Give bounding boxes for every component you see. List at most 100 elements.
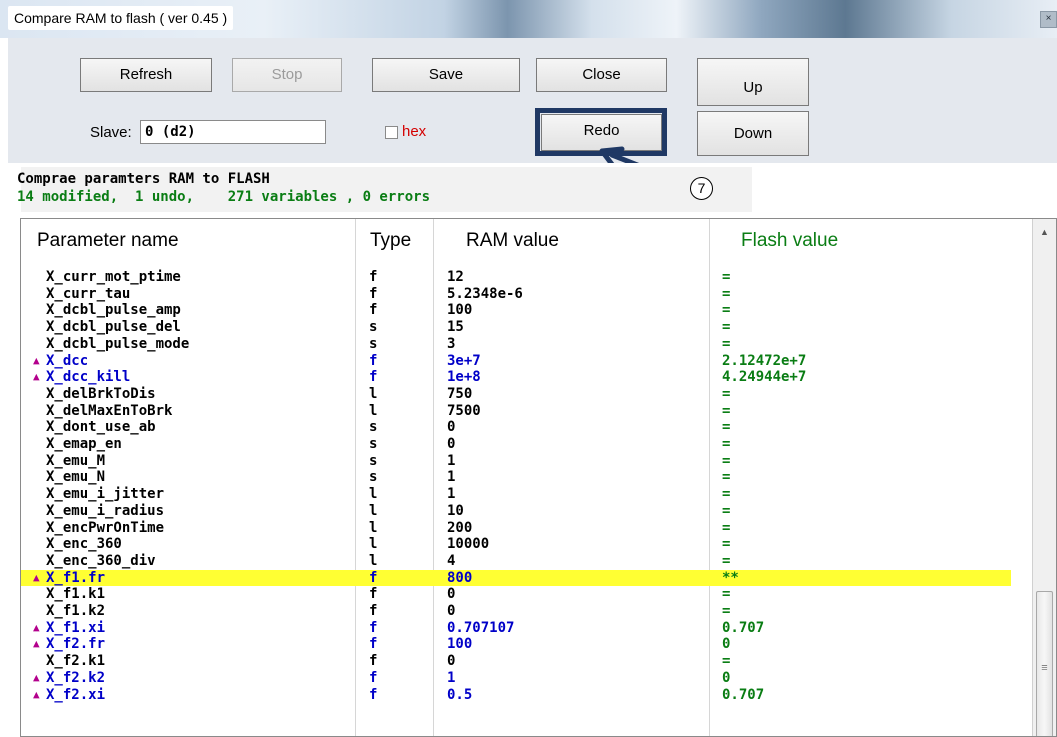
table-row[interactable]: X_delMaxEnToBrk l 7500 =: [21, 403, 1011, 419]
step-marker: 7: [690, 177, 713, 200]
parameter-type: f: [369, 619, 378, 636]
ram-value: 200: [447, 519, 473, 536]
parameter-type: l: [369, 486, 378, 503]
grip-icon: ≡: [1041, 662, 1048, 674]
table-row[interactable]: ▲ X_dcc_kill f 1e+8 4.24944e+7: [21, 369, 1011, 385]
table-row[interactable]: X_f2.k1 f 0 =: [21, 653, 1011, 669]
table-row[interactable]: X_dcbl_pulse_amp f 100 =: [21, 302, 1011, 318]
ram-value: 1e+8: [447, 369, 481, 386]
table-row[interactable]: ▲ X_f1.fr f 800 **: [21, 569, 1011, 586]
flash-value: =: [722, 385, 731, 402]
vertical-scrollbar[interactable]: ▲ ≡: [1032, 219, 1056, 736]
parameter-name: X_delMaxEnToBrk: [46, 402, 173, 419]
ram-value: 15: [447, 319, 464, 336]
column-header-flash[interactable]: Flash value: [741, 219, 838, 261]
ram-value: 3: [447, 335, 456, 352]
flash-value: =: [722, 452, 731, 469]
up-button[interactable]: Up: [697, 58, 809, 106]
flash-value: =: [722, 319, 731, 336]
parameter-name: X_f1.xi: [46, 619, 106, 636]
flash-value: =: [722, 335, 731, 352]
status-line-2: 14 modified, 1 undo, 271 variables , 0 e…: [17, 189, 431, 205]
ram-value: 0.5: [447, 686, 473, 703]
close-window-icon[interactable]: ×: [1040, 11, 1057, 28]
table-row[interactable]: X_encPwrOnTime l 200 =: [21, 520, 1011, 536]
scroll-thumb[interactable]: ≡: [1036, 591, 1053, 736]
toolbar: [8, 38, 1057, 163]
parameter-name: X_f2.k1: [46, 653, 106, 670]
parameter-name: X_emu_M: [46, 452, 106, 469]
hex-checkbox[interactable]: [385, 126, 398, 139]
slave-field[interactable]: 0 (d2): [140, 120, 326, 144]
flash-value: =: [722, 419, 731, 436]
parameter-name: X_emu_i_jitter: [46, 486, 165, 503]
flash-value: =: [722, 536, 731, 553]
table-row[interactable]: X_dcbl_pulse_del s 15 =: [21, 319, 1011, 335]
table-row[interactable]: X_enc_360_div l 4 =: [21, 553, 1011, 569]
parameter-type: s: [369, 335, 378, 352]
flash-value: 0: [722, 669, 731, 686]
slave-label: Slave:: [90, 124, 132, 141]
column-header-name[interactable]: Parameter name: [37, 219, 179, 261]
save-button[interactable]: Save: [372, 58, 520, 92]
table-row[interactable]: X_delBrkToDis l 750 =: [21, 386, 1011, 402]
table-row[interactable]: X_emap_en s 0 =: [21, 436, 1011, 452]
modified-marker-icon: ▲: [33, 370, 40, 384]
parameter-name: X_f1.fr: [46, 569, 106, 586]
modified-marker-icon: ▲: [33, 570, 40, 584]
modified-marker-icon: ▲: [33, 687, 40, 701]
column-header-type[interactable]: Type: [370, 219, 411, 261]
flash-value: 2.12472e+7: [722, 352, 807, 369]
table-row[interactable]: ▲ X_f2.fr f 100 0: [21, 636, 1011, 652]
table-row[interactable]: ▲ X_dcc f 3e+7 2.12472e+7: [21, 353, 1011, 369]
parameter-type: l: [369, 536, 378, 553]
close-button[interactable]: Close: [536, 58, 667, 92]
column-header-ram[interactable]: RAM value: [466, 219, 559, 261]
flash-value: =: [722, 502, 731, 519]
ram-value: 0: [447, 419, 456, 436]
parameter-name: X_encPwrOnTime: [46, 519, 165, 536]
parameter-type: f: [369, 636, 378, 653]
table-row[interactable]: X_curr_tau f 5.2348e-6 =: [21, 286, 1011, 302]
table-row[interactable]: X_emu_i_jitter l 1 =: [21, 486, 1011, 502]
parameter-type: l: [369, 519, 378, 536]
table-row[interactable]: X_dont_use_ab s 0 =: [21, 419, 1011, 435]
parameter-type: l: [369, 552, 378, 569]
parameter-type: f: [369, 653, 378, 670]
ram-value: 1: [447, 452, 456, 469]
table-row[interactable]: X_curr_mot_ptime f 12 =: [21, 269, 1011, 285]
table-row[interactable]: X_f1.k1 f 0 =: [21, 586, 1011, 602]
parameter-type: f: [369, 586, 378, 603]
parameter-table: Parameter name Type RAM value Flash valu…: [20, 218, 1057, 737]
ram-value: 1: [447, 469, 456, 486]
table-row[interactable]: ▲ X_f2.xi f 0.5 0.707: [21, 687, 1011, 703]
ram-value: 4: [447, 552, 456, 569]
table-row[interactable]: ▲ X_f2.k2 f 1 0: [21, 670, 1011, 686]
ram-value: 10: [447, 502, 464, 519]
flash-value: 0.707: [722, 619, 765, 636]
status-line-1: Comprae paramters RAM to FLASH: [17, 171, 270, 187]
ram-value: 800: [447, 569, 473, 586]
parameter-name: X_dcc: [46, 352, 89, 369]
ram-value: 1: [447, 669, 456, 686]
table-row[interactable]: X_dcbl_pulse_mode s 3 =: [21, 336, 1011, 352]
parameter-name: X_dont_use_ab: [46, 419, 156, 436]
table-row[interactable]: X_emu_M s 1 =: [21, 453, 1011, 469]
table-row[interactable]: X_emu_i_radius l 10 =: [21, 503, 1011, 519]
scroll-up-icon[interactable]: ▲: [1033, 219, 1056, 245]
parameter-type: f: [369, 569, 378, 586]
down-button[interactable]: Down: [697, 111, 809, 156]
parameter-type: s: [369, 469, 378, 486]
table-row[interactable]: ▲ X_f1.xi f 0.707107 0.707: [21, 620, 1011, 636]
refresh-button[interactable]: Refresh: [80, 58, 212, 92]
table-row[interactable]: X_emu_N s 1 =: [21, 469, 1011, 485]
flash-value: =: [722, 586, 731, 603]
parameter-type: s: [369, 436, 378, 452]
stop-button[interactable]: Stop: [232, 58, 342, 92]
parameter-name: X_f2.k2: [46, 669, 106, 686]
ram-value: 0: [447, 586, 456, 603]
parameter-name: X_f1.k1: [46, 586, 106, 603]
ram-value: 0: [447, 603, 456, 619]
table-row[interactable]: X_f1.k2 f 0 =: [21, 603, 1011, 619]
table-row[interactable]: X_enc_360 l 10000 =: [21, 536, 1011, 552]
